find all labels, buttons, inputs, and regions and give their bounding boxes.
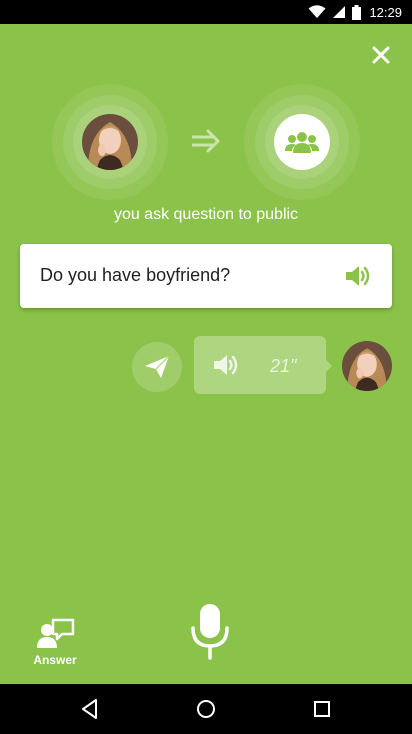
close-button[interactable] xyxy=(369,43,393,67)
status-bar: 12:29 xyxy=(0,0,412,24)
public-audience xyxy=(274,114,330,170)
close-icon xyxy=(372,46,390,64)
back-icon[interactable] xyxy=(78,697,102,721)
microphone-icon xyxy=(191,604,229,660)
flow-caption: you ask question to public xyxy=(113,206,299,223)
battery-icon xyxy=(352,4,362,20)
voice-message-bubble[interactable]: 21" xyxy=(194,336,332,394)
status-time: 12:29 xyxy=(369,4,402,20)
cell-signal-icon xyxy=(333,6,346,18)
main-screen: you ask question to public Do you have b… xyxy=(0,24,412,684)
question-text: Do you have boyfriend? xyxy=(40,265,231,285)
home-icon[interactable] xyxy=(194,697,218,721)
group-icon xyxy=(285,132,319,153)
double-arrow-icon xyxy=(192,129,220,153)
answer-chat-icon xyxy=(37,618,75,648)
recents-icon[interactable] xyxy=(310,697,334,721)
voice-duration: 21" xyxy=(270,356,297,376)
sender-avatar xyxy=(342,341,392,391)
answer-label: Answer xyxy=(33,653,77,667)
speaker-icon[interactable] xyxy=(344,262,372,290)
answer-button[interactable]: Answer xyxy=(28,618,82,667)
user-avatar xyxy=(82,114,138,170)
speaker-icon xyxy=(214,355,238,375)
status-icons: 12:29 xyxy=(308,4,402,20)
microphone-button[interactable] xyxy=(188,602,232,660)
paper-plane-icon xyxy=(145,355,170,378)
navigation-bar xyxy=(0,684,412,734)
send-button[interactable] xyxy=(132,342,182,392)
question-card[interactable]: Do you have boyfriend? xyxy=(20,244,392,308)
wifi-icon xyxy=(308,5,326,18)
